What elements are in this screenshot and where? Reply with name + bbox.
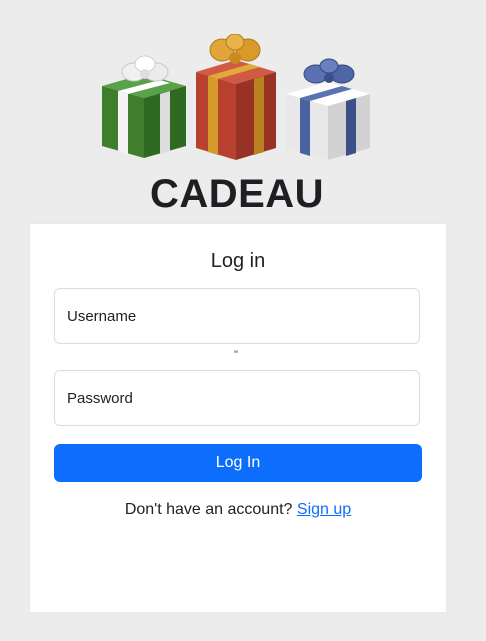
- green-gift-icon: [102, 55, 186, 158]
- stray-quote-text: ": [234, 349, 238, 361]
- white-gift-icon: [286, 58, 370, 160]
- signup-row: Don't have an account? Sign up: [30, 500, 446, 520]
- password-field[interactable]: Password: [54, 370, 423, 427]
- signup-link[interactable]: Sign up: [297, 501, 351, 518]
- password-input[interactable]: [55, 371, 423, 427]
- username-field[interactable]: Username: [54, 288, 423, 345]
- username-input[interactable]: [55, 289, 423, 345]
- login-card: Log in Username " Password Log In Don't …: [30, 224, 446, 612]
- brand-title: CADEAU: [149, 172, 325, 216]
- red-gift-icon: [196, 34, 276, 160]
- gift-boxes-logo: [102, 34, 370, 160]
- signup-prompt: Don't have an account?: [124, 501, 297, 518]
- login-title: Log in: [210, 250, 266, 272]
- login-button[interactable]: Log In: [54, 444, 422, 482]
